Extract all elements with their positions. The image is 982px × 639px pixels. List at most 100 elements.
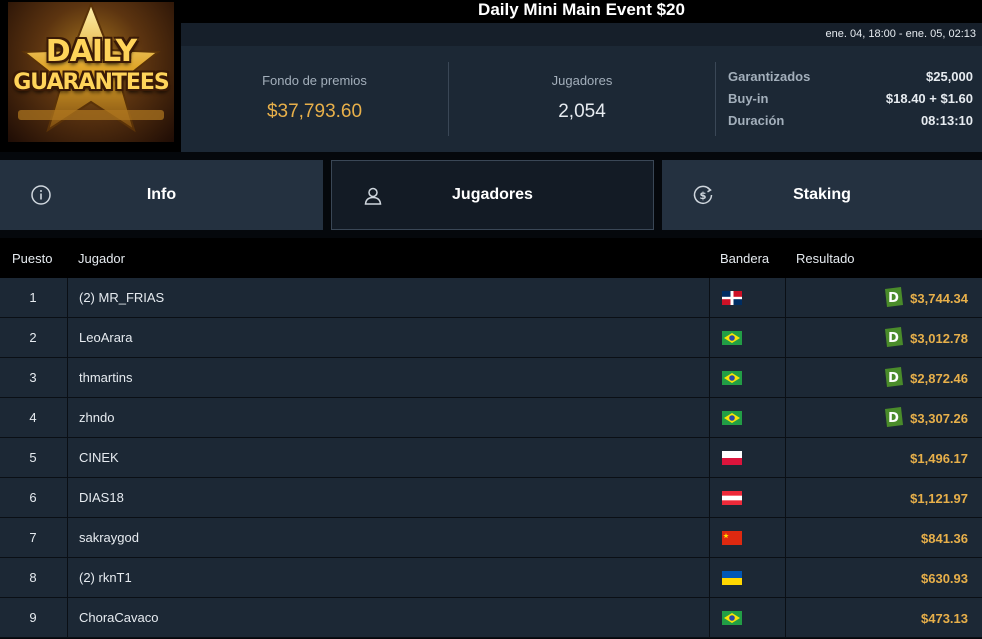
row-result-value: $3,307.26 — [910, 411, 968, 427]
flag-icon-do — [722, 291, 742, 305]
flag-icon-at — [722, 491, 742, 505]
table-row[interactable]: 7 sakraygod $841.36 — [0, 518, 982, 558]
row-result: $841.36 — [785, 518, 982, 557]
row-result-value: $473.13 — [921, 611, 968, 627]
players-label: Jugadores — [551, 73, 613, 88]
tournament-date-range: ene. 04, 18:00 - ene. 05, 02:13 — [181, 23, 982, 46]
players-table: Puesto Jugador Bandera Resultado 1 (2) MR… — [0, 238, 982, 639]
svg-text:D: D — [888, 331, 899, 346]
players-stat: Jugadores 2,054 — [449, 46, 715, 152]
d-badge-icon: D — [885, 327, 904, 348]
header-position: Puesto — [12, 251, 53, 266]
row-player-name[interactable]: thmartins — [67, 358, 709, 397]
row-player-name[interactable]: DIAS18 — [67, 478, 709, 517]
prize-pool-stat: Fondo de premios $37,793.60 — [181, 46, 448, 152]
detail-duration: Duración 08:13:10 — [728, 112, 973, 134]
tournament-logo: DAILY GUARANTEES — [0, 0, 181, 152]
header-flag: Bandera — [720, 251, 770, 266]
tab-players[interactable]: Jugadores — [331, 160, 654, 230]
tab-info[interactable]: Info — [0, 160, 323, 230]
row-position: 4 — [29, 410, 37, 425]
table-row[interactable]: 4 zhndo D $3,307.26 — [0, 398, 982, 438]
tab-bar: Info Jugadores $ Staking — [0, 152, 982, 238]
row-result: D $3,012.78 — [785, 318, 982, 357]
detail-key: Duración — [728, 113, 785, 128]
flag-icon-br — [722, 611, 742, 625]
row-result-value: $1,121.97 — [910, 491, 968, 507]
d-badge-icon: D — [885, 367, 904, 388]
tab-info-label: Info — [146, 186, 177, 203]
svg-text:$: $ — [700, 191, 707, 202]
row-result-value: $1,496.17 — [910, 451, 968, 467]
tab-staking-label: Staking — [793, 186, 851, 203]
row-player-name[interactable]: sakraygod — [67, 518, 709, 557]
flag-icon-br — [722, 411, 742, 425]
flag-icon-br — [722, 371, 742, 385]
detail-buyin: Buy-in $18.40 + $1.60 — [728, 90, 973, 112]
row-result: $1,496.17 — [785, 438, 982, 477]
prize-pool-label: Fondo de premios — [262, 73, 367, 88]
row-result-value: $3,012.78 — [910, 331, 968, 347]
detail-value: 08:13:10 — [920, 113, 973, 128]
row-result: D $3,307.26 — [785, 398, 982, 437]
row-player-name[interactable]: LeoArara — [67, 318, 709, 357]
detail-value: $25,000 — [926, 69, 973, 84]
row-position: 5 — [29, 450, 37, 465]
row-player-name[interactable]: (2) MR_FRIAS — [67, 278, 709, 317]
table-header: Puesto Jugador Bandera Resultado — [0, 238, 982, 278]
logo-line-1: DAILY — [45, 34, 137, 69]
row-position: 8 — [29, 570, 37, 585]
row-flag — [709, 478, 784, 517]
row-player-name[interactable]: zhndo — [67, 398, 709, 437]
d-badge-icon: D — [885, 287, 904, 308]
table-row[interactable]: 1 (2) MR_FRIAS D $3,744.34 — [0, 278, 982, 318]
header-player: Jugador — [78, 251, 125, 266]
stats-divider — [715, 62, 716, 136]
flag-icon-cn — [722, 531, 742, 545]
logo-image: DAILY GUARANTEES — [8, 2, 174, 142]
row-result: $630.93 — [785, 558, 982, 597]
row-flag — [709, 318, 784, 357]
svg-text:D: D — [888, 291, 899, 306]
row-position: 2 — [29, 330, 37, 345]
row-player-name[interactable]: CINEK — [67, 438, 709, 477]
row-result: $473.13 — [785, 598, 982, 637]
row-result: D $2,872.46 — [785, 358, 982, 397]
dollar-coin-icon: $ — [693, 185, 713, 204]
prize-pool-value: $37,793.60 — [266, 101, 363, 122]
row-flag — [709, 278, 784, 317]
svg-text:D: D — [888, 411, 899, 426]
table-body: 1 (2) MR_FRIAS D $3,744.34 2 LeoArara D $3,012.… — [0, 278, 982, 638]
info-icon — [31, 185, 51, 205]
detail-key: Buy-in — [728, 91, 769, 106]
svg-text:D: D — [888, 371, 899, 386]
row-flag — [709, 398, 784, 437]
row-position: 3 — [29, 370, 37, 385]
flag-icon-ua — [722, 571, 742, 585]
table-row[interactable]: 3 thmartins D $2,872.46 — [0, 358, 982, 398]
logo-line-2: GUARANTEES — [13, 70, 170, 95]
table-row[interactable]: 6 DIAS18 $1,121.97 — [0, 478, 982, 518]
row-player-name[interactable]: ChoraCavaco — [67, 598, 709, 637]
header-result: Resultado — [796, 251, 855, 266]
table-row[interactable]: 8 (2) rknT1 $630.93 — [0, 558, 982, 598]
row-player-name[interactable]: (2) rknT1 — [67, 558, 709, 597]
table-row[interactable]: 2 LeoArara D $3,012.78 — [0, 318, 982, 358]
tab-staking[interactable]: $ Staking — [662, 160, 982, 230]
row-flag — [709, 598, 784, 637]
stats-panel: Fondo de premios $37,793.60 Jugadores 2,… — [181, 46, 982, 152]
row-result: D $3,744.34 — [785, 278, 982, 317]
tab-players-label: Jugadores — [452, 186, 533, 203]
row-position: 9 — [29, 610, 37, 625]
row-result: $1,121.97 — [785, 478, 982, 517]
flag-icon-pl — [722, 451, 742, 465]
row-result-value: $630.93 — [921, 571, 968, 587]
players-value: 2,054 — [558, 101, 606, 122]
table-row[interactable]: 5 CINEK $1,496.17 — [0, 438, 982, 478]
table-row[interactable]: 9 ChoraCavaco $473.13 — [0, 598, 982, 638]
row-flag — [709, 358, 784, 397]
row-result-value: $841.36 — [921, 531, 968, 547]
row-position: 6 — [29, 490, 37, 505]
row-flag — [709, 558, 784, 597]
row-flag — [709, 438, 784, 477]
